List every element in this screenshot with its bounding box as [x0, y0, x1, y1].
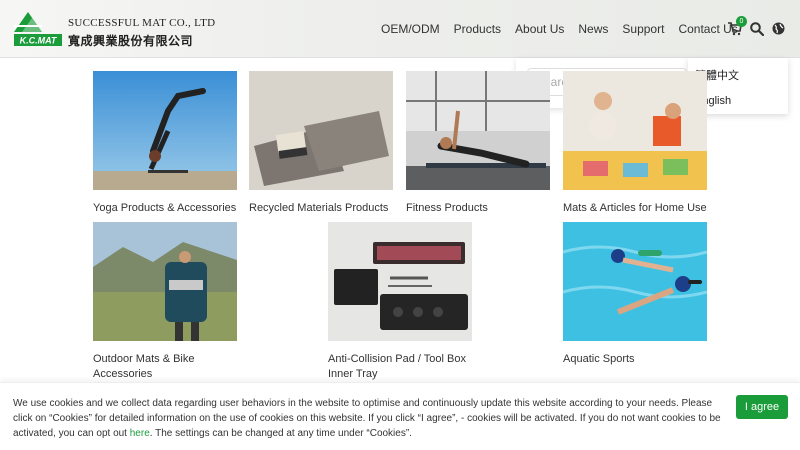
cookie-text-after: . The settings can be changed at any tim…	[149, 428, 412, 439]
nav-item-about-us[interactable]: About Us	[515, 22, 564, 36]
product-label[interactable]: Fitness Products	[406, 201, 556, 216]
nav-item-support[interactable]: Support	[622, 22, 664, 36]
yoga-product-image[interactable]	[93, 71, 237, 190]
product-card-fitness[interactable]: Fitness Products	[406, 71, 556, 216]
product-label[interactable]: Anti-Collision Pad / Tool Box Inner Tray	[328, 352, 478, 382]
product-label[interactable]: Aquatic Sports	[563, 352, 713, 367]
recycled-product-image[interactable]	[249, 71, 393, 190]
product-card-yoga[interactable]: Yoga Products & Accessories	[93, 71, 243, 216]
main-nav: OEM/ODM Products About Us News Support C…	[381, 22, 752, 36]
nav-item-news[interactable]: News	[578, 22, 608, 36]
cookie-opt-out-link[interactable]: here	[130, 428, 150, 439]
header-icons: 0	[728, 16, 790, 40]
product-label[interactable]: Recycled Materials Products	[249, 201, 399, 216]
search-icon[interactable]	[750, 22, 764, 36]
product-label[interactable]: Yoga Products & Accessories	[93, 201, 243, 216]
product-label[interactable]: Mats & Articles for Home Use	[563, 201, 713, 216]
product-card-aquatic[interactable]: Aquatic Sports	[562, 222, 713, 367]
fitness-product-image[interactable]	[406, 71, 550, 190]
cookie-banner: We use cookies and we collect data regar…	[0, 382, 800, 450]
site-header: K.C.MAT SUCCESSFUL MAT CO., LTD 寬成興業股份有限…	[0, 0, 800, 58]
aquatic-product-image[interactable]	[562, 222, 708, 341]
globe-icon[interactable]	[772, 22, 785, 35]
cookie-agree-button[interactable]: I agree	[736, 395, 788, 419]
toolbox-tray-image[interactable]	[328, 222, 472, 341]
product-card-home[interactable]: Mats & Articles for Home Use	[563, 71, 713, 216]
outdoor-product-image[interactable]	[93, 222, 237, 341]
cart-count-badge: 0	[736, 16, 747, 27]
company-name-zh: 寬成興業股份有限公司	[68, 34, 194, 48]
product-card-recycled[interactable]: Recycled Materials Products	[249, 71, 399, 216]
product-card-anti-collision[interactable]: Anti-Collision Pad / Tool Box Inner Tray	[328, 222, 478, 382]
product-label[interactable]: Outdoor Mats & Bike Accessories	[93, 352, 243, 382]
cookie-message: We use cookies and we collect data regar…	[13, 396, 728, 441]
nav-item-products[interactable]: Products	[454, 22, 501, 36]
home-product-image[interactable]	[563, 71, 707, 190]
kcmat-logo[interactable]: K.C.MAT	[12, 10, 64, 48]
product-card-outdoor[interactable]: Outdoor Mats & Bike Accessories	[93, 222, 243, 382]
svg-text:K.C.MAT: K.C.MAT	[20, 36, 58, 46]
company-name-en: SUCCESSFUL MAT CO., LTD	[68, 17, 216, 29]
nav-item-oem-odm[interactable]: OEM/ODM	[381, 22, 440, 36]
